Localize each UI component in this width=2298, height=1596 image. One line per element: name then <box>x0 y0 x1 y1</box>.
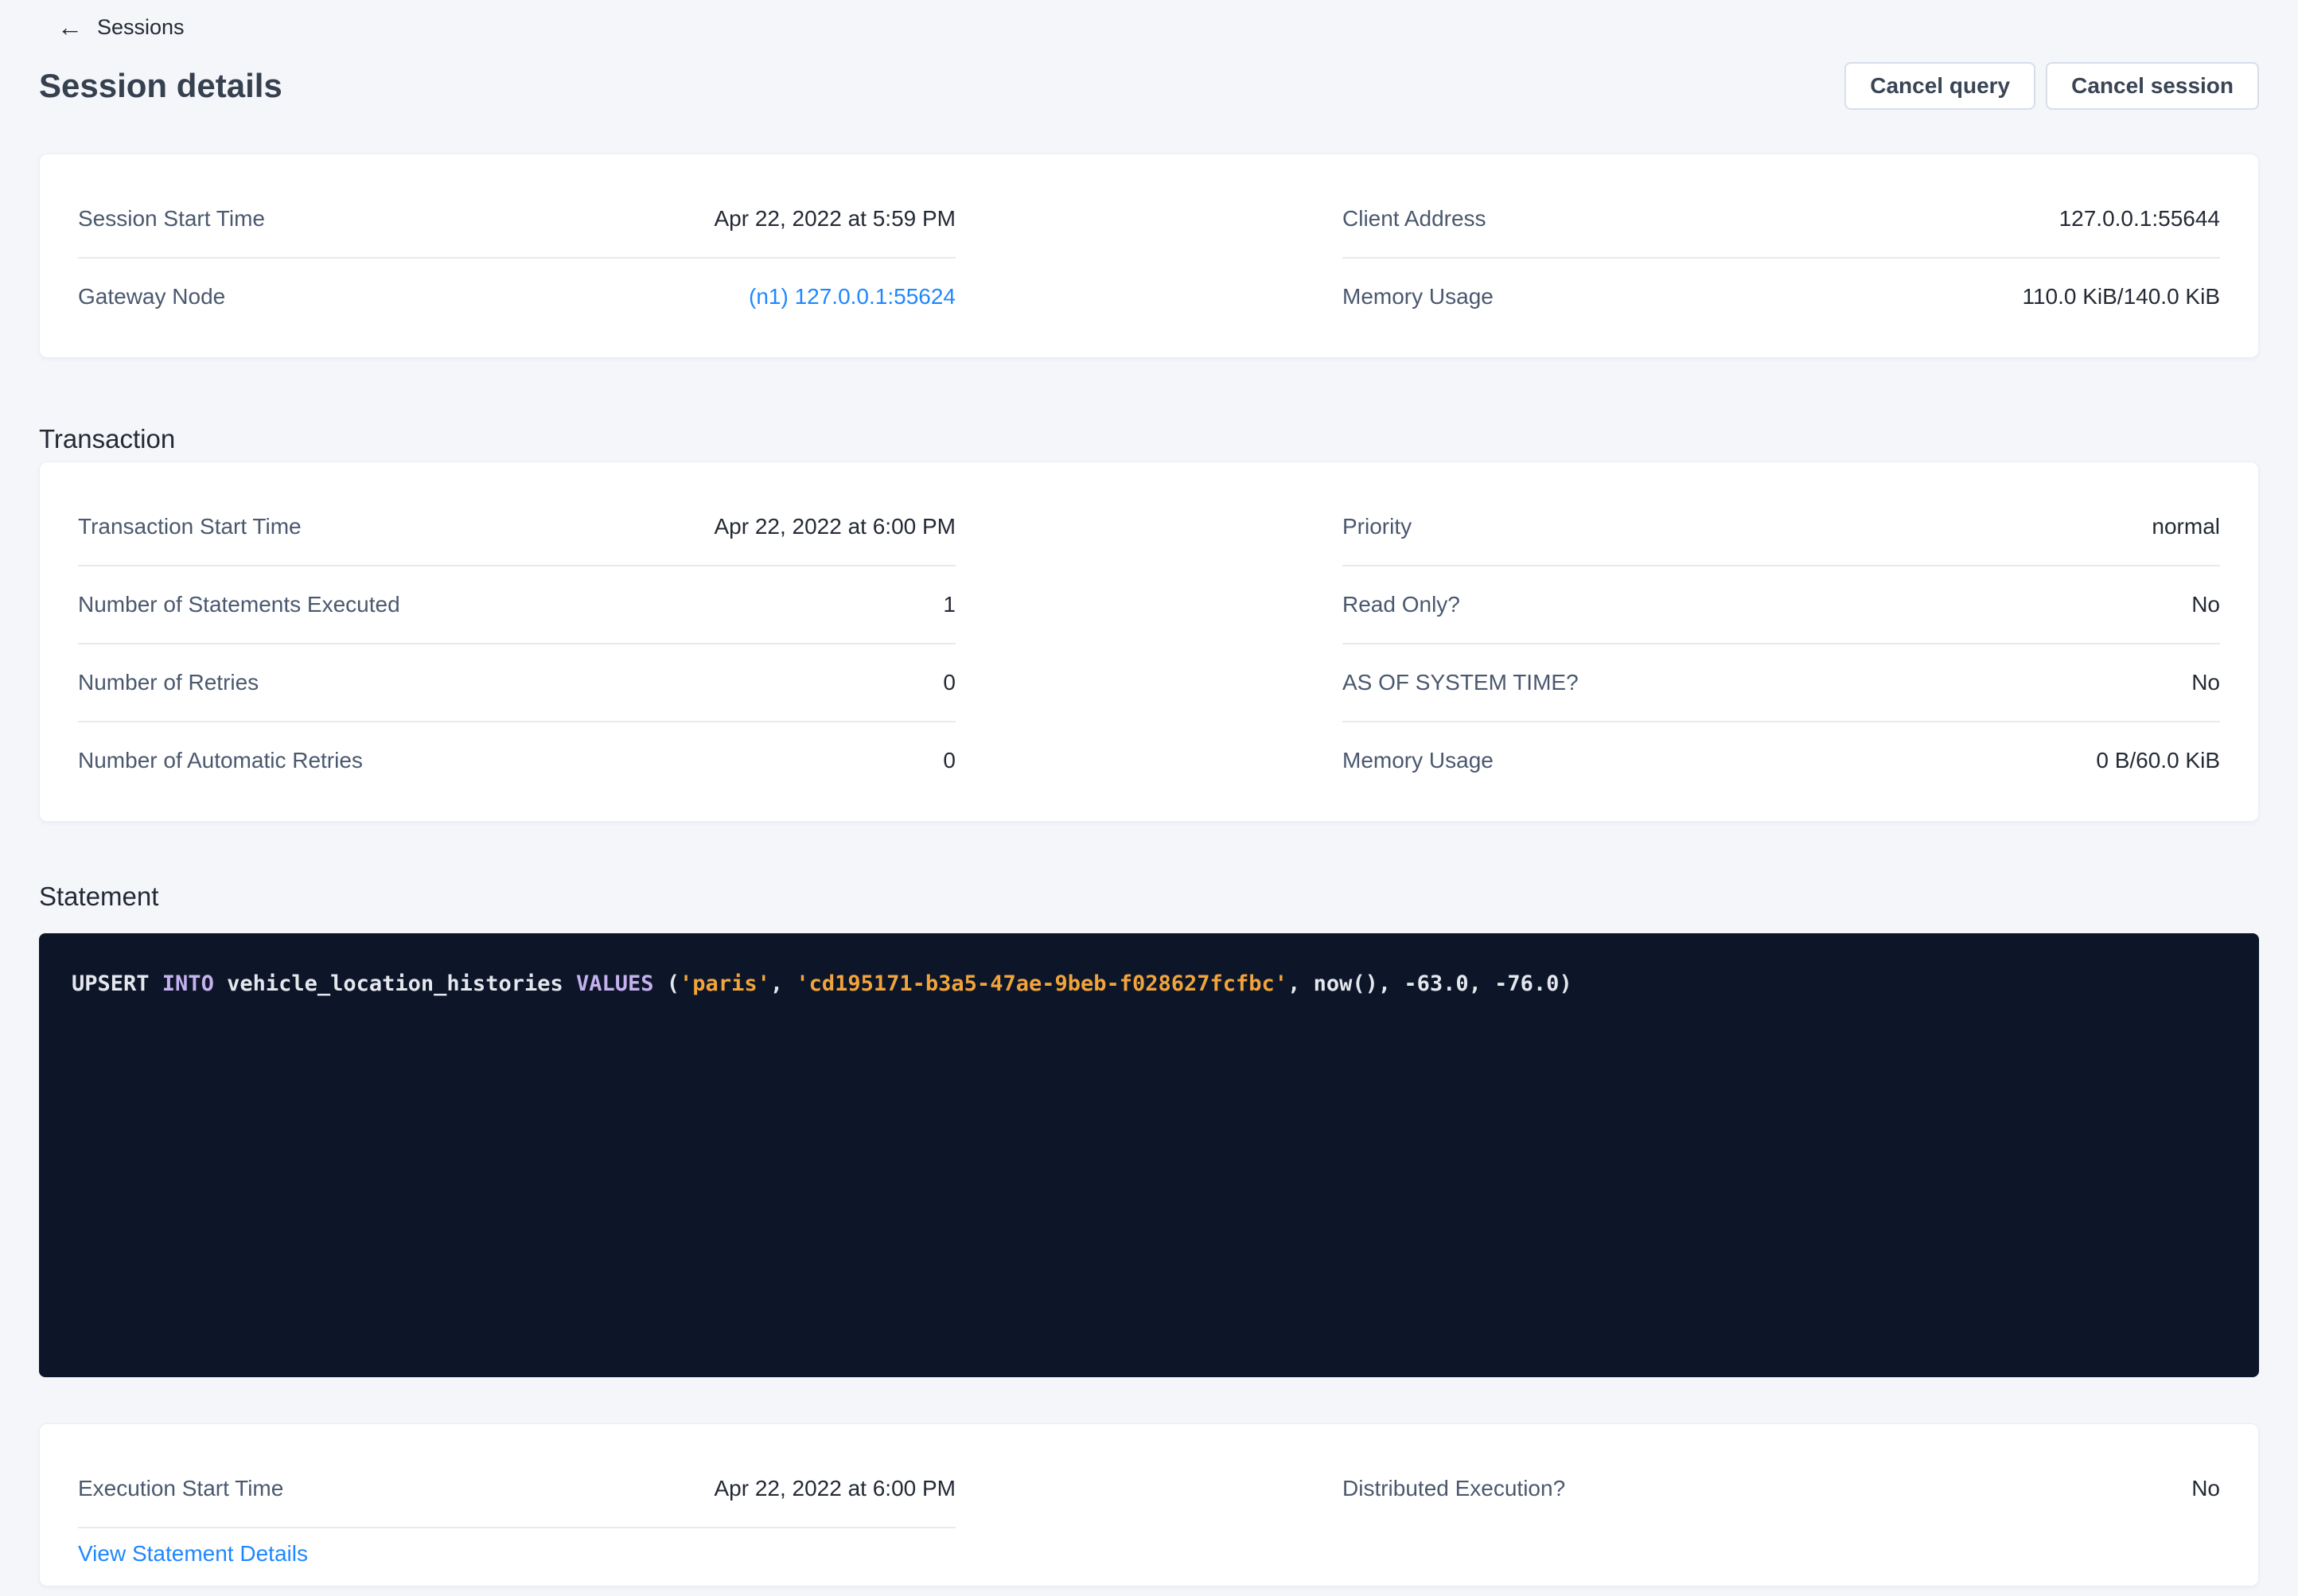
field-value: 0 B/60.0 KiB <box>2096 745 2220 777</box>
table-row: View Statement Details <box>78 1528 956 1570</box>
field-value: Apr 22, 2022 at 5:59 PM <box>714 203 956 235</box>
cancel-query-button[interactable]: Cancel query <box>1844 62 2035 110</box>
table-row: Number of Statements Executed 1 <box>78 566 956 644</box>
transaction-summary-card: Transaction Start Time Apr 22, 2022 at 6… <box>39 461 2259 822</box>
execution-left-column: Execution Start Time Apr 22, 2022 at 6:0… <box>78 1450 956 1570</box>
field-label: Memory Usage <box>1342 281 1517 313</box>
field-label: Client Address <box>1342 203 1510 235</box>
breadcrumb-label: Sessions <box>97 15 185 40</box>
field-label: Memory Usage <box>1342 745 1517 777</box>
field-label: Number of Statements Executed <box>78 589 424 621</box>
field-value: normal <box>2152 511 2220 543</box>
field-value: No <box>2191 667 2220 699</box>
field-value: Apr 22, 2022 at 6:00 PM <box>714 1473 956 1505</box>
field-label: Number of Automatic Retries <box>78 745 387 777</box>
table-row: Read Only? No <box>1342 566 2220 644</box>
header-actions: Cancel query Cancel session <box>1844 62 2259 110</box>
sql-token: UPSERT <box>72 971 162 996</box>
statement-section-heading: Statement <box>39 881 2259 913</box>
table-row: Execution Start Time Apr 22, 2022 at 6:0… <box>78 1450 956 1528</box>
transaction-right-column: Priority normal Read Only? No AS OF SYST… <box>1342 489 2220 799</box>
table-row: Distributed Execution? No <box>1342 1450 2220 1527</box>
sql-token: , <box>770 971 797 996</box>
field-value: No <box>2191 1473 2220 1505</box>
statement-sql-box: UPSERT INTO vehicle_location_histories V… <box>39 933 2259 1377</box>
table-row: Priority normal <box>1342 489 2220 566</box>
session-summary-left-column: Session Start Time Apr 22, 2022 at 5:59 … <box>78 181 956 335</box>
breadcrumb[interactable]: ← Sessions <box>39 11 185 43</box>
field-value: No <box>2191 589 2220 621</box>
table-row: Number of Automatic Retries 0 <box>78 722 956 799</box>
transaction-left-column: Transaction Start Time Apr 22, 2022 at 6… <box>78 489 956 799</box>
sql-token: 'cd195171-b3a5-47ae-9beb-f028627fcfbc' <box>796 971 1287 996</box>
field-label: Priority <box>1342 511 1435 543</box>
sql-token: INTO <box>162 971 214 996</box>
transaction-section-heading: Transaction <box>39 423 2259 455</box>
table-row: Session Start Time Apr 22, 2022 at 5:59 … <box>78 181 956 259</box>
field-value: 0 <box>943 667 956 699</box>
table-row: Memory Usage 0 B/60.0 KiB <box>1342 722 2220 799</box>
sql-token: ( <box>654 971 680 996</box>
page-header: Session details Cancel query Cancel sess… <box>39 62 2259 110</box>
execution-right-column: Distributed Execution? No <box>1342 1450 2220 1570</box>
session-details-page: ← Sessions Session details Cancel query … <box>0 0 2298 1586</box>
table-row: Memory Usage 110.0 KiB/140.0 KiB <box>1342 259 2220 335</box>
field-value: 0 <box>943 745 956 777</box>
view-statement-details-link[interactable]: View Statement Details <box>78 1538 308 1570</box>
field-value: 110.0 KiB/140.0 KiB <box>2022 281 2220 313</box>
session-summary-right-column: Client Address 127.0.0.1:55644 Memory Us… <box>1342 181 2220 335</box>
cancel-session-button[interactable]: Cancel session <box>2046 62 2259 110</box>
back-arrow-icon: ← <box>57 14 83 40</box>
field-value: 127.0.0.1:55644 <box>2059 203 2220 235</box>
page-title: Session details <box>39 65 282 107</box>
table-row: Client Address 127.0.0.1:55644 <box>1342 181 2220 259</box>
field-label: Number of Retries <box>78 667 282 699</box>
field-value: Apr 22, 2022 at 6:00 PM <box>714 511 956 543</box>
field-label: Execution Start Time <box>78 1473 307 1505</box>
field-label: Distributed Execution? <box>1342 1473 1589 1505</box>
field-value: 1 <box>943 589 956 621</box>
field-label: Transaction Start Time <box>78 511 325 543</box>
sql-token: , now(), -63.0, -76.0) <box>1287 971 1572 996</box>
field-label: Session Start Time <box>78 203 289 235</box>
field-label: Read Only? <box>1342 589 1484 621</box>
table-row: Number of Retries 0 <box>78 644 956 722</box>
statement-sql-text: UPSERT INTO vehicle_location_histories V… <box>72 971 1572 996</box>
session-summary-card: Session Start Time Apr 22, 2022 at 5:59 … <box>39 154 2259 358</box>
field-label: Gateway Node <box>78 281 249 313</box>
sql-token: 'paris' <box>680 971 770 996</box>
field-label: AS OF SYSTEM TIME? <box>1342 667 1603 699</box>
table-row: Gateway Node (n1) 127.0.0.1:55624 <box>78 259 956 335</box>
sql-token: vehicle_location_histories <box>214 971 576 996</box>
gateway-node-link[interactable]: (n1) 127.0.0.1:55624 <box>749 281 956 313</box>
execution-summary-card: Execution Start Time Apr 22, 2022 at 6:0… <box>39 1423 2259 1586</box>
sql-token: VALUES <box>576 971 654 996</box>
table-row: AS OF SYSTEM TIME? No <box>1342 644 2220 722</box>
table-row: Transaction Start Time Apr 22, 2022 at 6… <box>78 489 956 566</box>
